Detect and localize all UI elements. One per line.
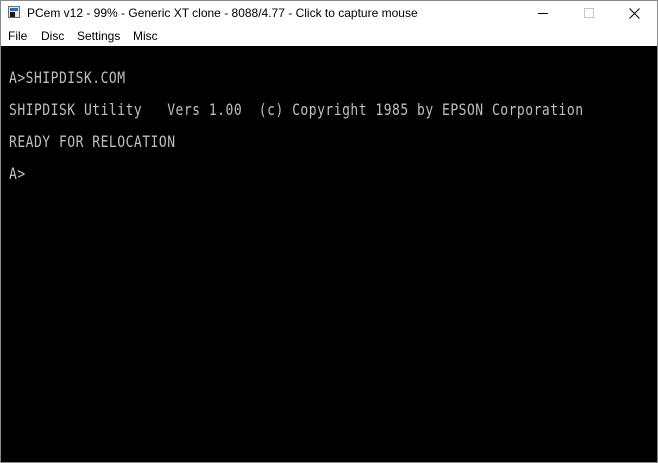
terminal-line: SHIPDISK Utility Vers 1.00 (c) Copyright…: [9, 101, 584, 120]
close-icon: [629, 8, 640, 19]
minimize-button[interactable]: [520, 1, 566, 27]
emulator-window: PCem v12 - 99% - Generic XT clone - 8088…: [0, 0, 658, 463]
title-bar[interactable]: PCem v12 - 99% - Generic XT clone - 8088…: [1, 1, 657, 27]
window-title: PCem v12 - 99% - Generic XT clone - 8088…: [27, 6, 418, 20]
terminal-prompt: A>: [9, 165, 26, 184]
app-icon[interactable]: [8, 6, 20, 18]
menu-misc[interactable]: Misc: [133, 29, 158, 43]
emulator-screen[interactable]: A>SHIPDISK.COM SHIPDISK Utility Vers 1.0…: [1, 46, 657, 462]
maximize-button[interactable]: [566, 1, 612, 27]
menu-disc[interactable]: Disc: [41, 29, 64, 43]
menu-settings[interactable]: Settings: [77, 29, 120, 43]
terminal-line: A>SHIPDISK.COM: [9, 69, 126, 88]
menu-bar: File Disc Settings Misc: [1, 27, 657, 46]
terminal-line: READY FOR RELOCATION: [9, 133, 176, 152]
close-button[interactable]: [611, 1, 657, 27]
menu-file[interactable]: File: [8, 29, 27, 43]
